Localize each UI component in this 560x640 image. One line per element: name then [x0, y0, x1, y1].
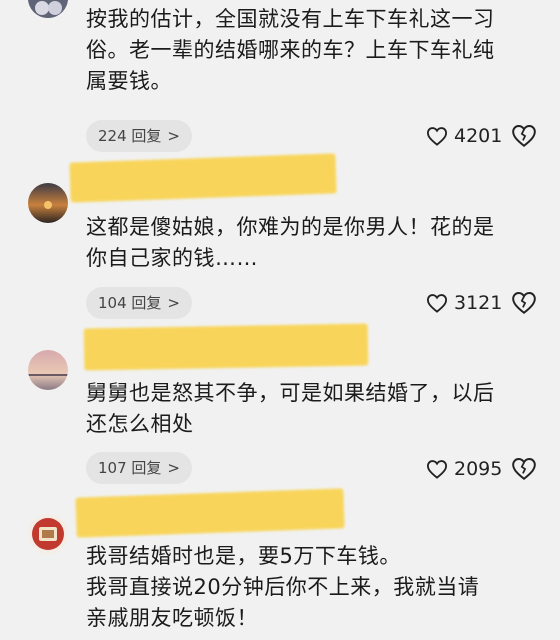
heart-outline-icon [426, 460, 448, 479]
avatar[interactable] [28, 514, 68, 554]
redacted-username [75, 488, 345, 538]
avatar[interactable] [28, 350, 68, 390]
like-button[interactable]: 3121 [426, 288, 502, 318]
redacted-username [83, 323, 369, 371]
chevron-right-icon: > [167, 294, 180, 312]
avatar[interactable] [28, 183, 68, 223]
like-button[interactable]: 4201 [426, 121, 502, 151]
heart-outline-icon [426, 294, 448, 313]
reply-count-button[interactable]: 107 回复 > [86, 452, 192, 484]
broken-heart-icon[interactable] [511, 123, 537, 149]
redacted-username [69, 153, 337, 203]
like-count: 4201 [454, 125, 503, 147]
avatar[interactable] [28, 0, 68, 18]
reply-count-button[interactable]: 224 回复 > [86, 120, 192, 152]
like-count: 3121 [454, 292, 503, 314]
comment-text: 舅舅也是怒其不争，可是如果结婚了，以后 还怎么相处 [86, 381, 495, 436]
reply-count-label: 224 回复 [98, 127, 162, 145]
chevron-right-icon: > [167, 127, 180, 145]
heart-outline-icon [426, 127, 448, 146]
comment-text: 按我的估计，全国就没有上车下车礼这一习 俗。老一辈的结婚哪来的车？上车下车礼纯 … [86, 7, 495, 93]
broken-heart-icon[interactable] [511, 290, 537, 316]
like-button[interactable]: 2095 [426, 454, 502, 484]
reply-count-label: 104 回复 [98, 294, 162, 312]
reply-count-label: 107 回复 [98, 459, 162, 477]
broken-heart-icon[interactable] [511, 456, 537, 482]
reply-count-button[interactable]: 104 回复 > [86, 287, 192, 319]
comment-text: 我哥结婚时也是，要5万下车钱。 我哥直接说20分钟后你不上来，我就当请 亲戚朋友… [86, 544, 480, 630]
comment-feed: 按我的估计，全国就没有上车下车礼这一习 俗。老一辈的结婚哪来的车？上车下车礼纯 … [0, 0, 560, 640]
chevron-right-icon: > [167, 459, 180, 477]
comment-text: 这都是傻姑娘，你难为的是你男人！花的是 你自己家的钱…… [86, 215, 495, 270]
like-count: 2095 [454, 458, 503, 480]
